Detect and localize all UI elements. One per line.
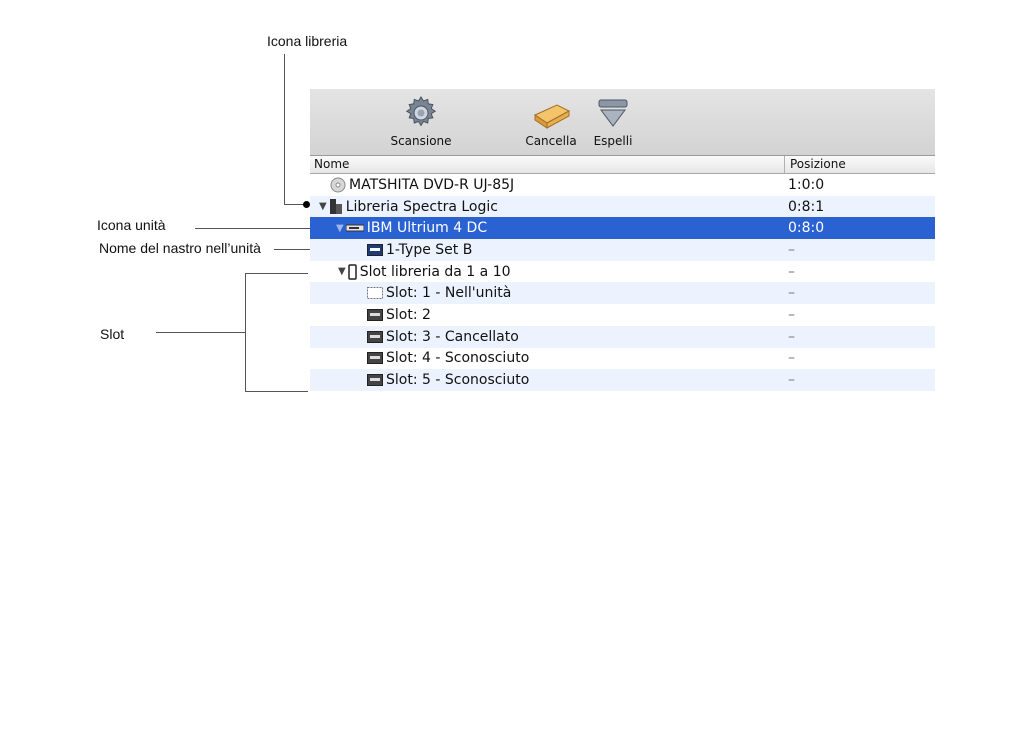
column-name-header[interactable]: Nome: [314, 157, 349, 171]
list-item[interactable]: Slot: 1 - Nell'unità –: [310, 282, 935, 305]
slot-group-icon: [347, 263, 357, 280]
callout-slot: Slot: [100, 326, 125, 342]
disc-icon: [330, 177, 346, 193]
callout-library-icon: Icona libreria: [267, 33, 348, 49]
empty-slot-icon: [367, 287, 383, 300]
callout-drive-icon: Icona unità: [97, 217, 166, 233]
list-item[interactable]: ▼ Libreria Spectra Logic 0:8:1: [310, 195, 935, 218]
row-position: –: [788, 285, 795, 302]
list-item[interactable]: MATSHITA DVD-R UJ-85J 1:0:0: [310, 174, 935, 196]
list-item[interactable]: ▼ Slot libreria da 1 a 10 –: [310, 261, 935, 283]
tape-library-window: Scansione Cancella Espelli Nome Posizion…: [310, 89, 935, 391]
eject-button-label: Espelli: [593, 134, 633, 148]
tape-cartridge-icon: [367, 352, 383, 365]
row-position: 0:8:1: [788, 198, 825, 215]
disclosure-triangle-icon[interactable]: ▼: [338, 266, 346, 277]
list-item[interactable]: Slot: 4 - Sconosciuto –: [310, 348, 935, 370]
row-name: Slot: 1 - Nell'unità: [386, 285, 512, 302]
gear-icon: [405, 96, 437, 127]
list-item[interactable]: 1-Type Set B –: [310, 239, 935, 261]
callout-slot-bracket-v: [245, 273, 246, 392]
erase-button[interactable]: Cancella: [522, 95, 580, 148]
row-position: 1:0:0: [788, 176, 825, 193]
callout-tape-name: Nome del nastro nell’unità: [99, 240, 261, 256]
tape-cartridge-icon: [367, 308, 383, 321]
list-item[interactable]: Slot: 2 –: [310, 304, 935, 326]
row-name: Slot: 2: [386, 306, 431, 323]
row-name: 1-Type Set B: [386, 241, 473, 258]
row-position: –: [788, 263, 795, 280]
library-icon: [329, 199, 342, 215]
row-name: Slot libreria da 1 a 10: [359, 263, 511, 280]
scan-button-label: Scansione: [390, 134, 452, 148]
disclosure-triangle-icon[interactable]: ▼: [319, 201, 327, 212]
column-header: Nome Posizione: [310, 156, 935, 174]
row-name: Slot: 5 - Sconosciuto: [386, 372, 530, 389]
eject-icon: [598, 99, 628, 127]
tape-cartridge-icon: [367, 374, 383, 387]
scan-button[interactable]: Scansione: [388, 95, 454, 148]
callout-library-line-v: [284, 54, 285, 205]
disclosure-triangle-icon[interactable]: ▼: [336, 223, 344, 234]
row-name: Slot: 3 - Cancellato: [386, 328, 519, 345]
tape-cartridge-icon: [367, 243, 383, 256]
erase-button-label: Cancella: [525, 134, 577, 148]
row-name: Libreria Spectra Logic: [345, 198, 498, 215]
list-item[interactable]: Slot: 5 - Sconosciuto –: [310, 369, 935, 391]
row-position: –: [788, 372, 795, 389]
row-position: 0:8:0: [788, 220, 825, 237]
callout-slot-line-h: [156, 332, 245, 333]
row-position: –: [788, 328, 795, 345]
toolbar: Scansione Cancella Espelli: [310, 89, 935, 156]
row-name: IBM Ultrium 4 DC: [366, 220, 488, 237]
row-position: –: [788, 306, 795, 323]
device-list: MATSHITA DVD-R UJ-85J 1:0:0 ▼ Libreria S…: [310, 174, 935, 391]
row-position: –: [788, 350, 795, 367]
column-divider[interactable]: [784, 156, 785, 173]
tape-drive-icon: [345, 224, 364, 232]
row-name: Slot: 4 - Sconosciuto: [386, 350, 530, 367]
callout-slot-bracket-top: [245, 273, 308, 274]
eraser-icon: [533, 104, 571, 129]
tape-cartridge-icon: [367, 330, 383, 343]
row-position: –: [788, 241, 795, 258]
column-position-header[interactable]: Posizione: [790, 157, 846, 171]
callout-slot-bracket-bottom: [245, 391, 308, 392]
list-item-selected[interactable]: ▼ IBM Ultrium 4 DC 0:8:0: [310, 217, 935, 240]
list-item[interactable]: Slot: 3 - Cancellato –: [310, 325, 935, 348]
row-name: MATSHITA DVD-R UJ-85J: [349, 176, 515, 193]
callout-library-dot: [303, 201, 310, 208]
eject-button[interactable]: Espelli: [588, 95, 638, 148]
